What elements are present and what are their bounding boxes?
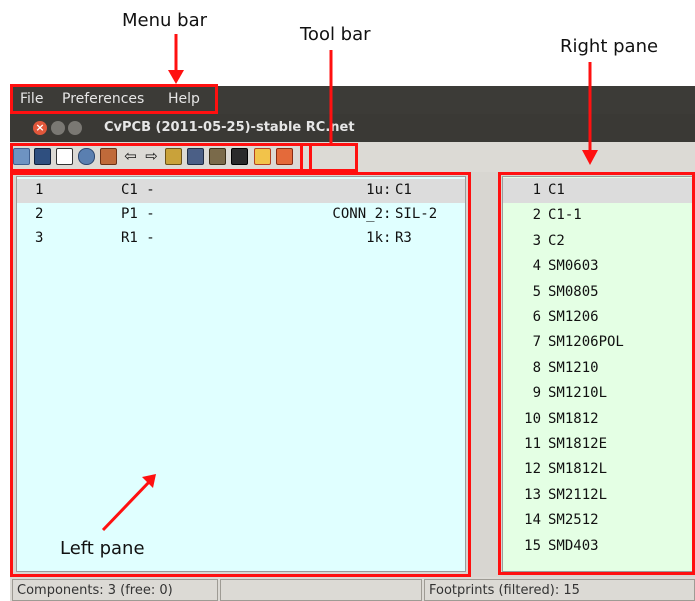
component-value: 1k: [366, 230, 383, 246]
status-footprints: Footprints (filtered): 15: [424, 579, 695, 601]
footprint-name: SM1206: [548, 309, 599, 325]
footprint-name: SM1210L: [548, 385, 608, 402]
component-ref: R1 -: [121, 230, 155, 246]
open-icon[interactable]: [13, 148, 30, 165]
footprint-number: 8: [532, 359, 541, 376]
component-row[interactable]: 2 P1 - CONN_2: SIL-2: [17, 203, 465, 227]
left-pane-label: Left pane: [60, 538, 145, 559]
component-footprint: C1: [395, 182, 412, 198]
close-window-button[interactable]: ×: [33, 121, 47, 135]
footprint-row[interactable]: 14 SM2512: [503, 508, 694, 533]
status-bar: Components: 3 (free: 0) Footprints (filt…: [10, 577, 695, 601]
next-icon[interactable]: ⇨: [143, 148, 160, 165]
footprint-row[interactable]: 10 SM1812: [503, 407, 694, 432]
footprint-row[interactable]: 9 SM1210L: [503, 381, 694, 406]
tool-bar: ⇦ ⇨: [10, 142, 695, 173]
component-value: 1u: [366, 182, 383, 198]
footprint-number: 14: [524, 512, 541, 529]
menu-bar: File Preferences Help: [10, 86, 695, 114]
tool-bar-label: Tool bar: [300, 24, 371, 45]
component-row[interactable]: 3 R1 - 1k: R3: [17, 227, 465, 251]
footprint-name: SM1210: [548, 359, 599, 376]
footprint-name: SM0805: [548, 283, 599, 300]
footprint-number: 6: [532, 309, 541, 325]
footprint-number: 11: [524, 436, 541, 452]
footprint-number: 7: [532, 334, 541, 351]
footprint-row[interactable]: 1 C1: [503, 178, 694, 204]
footprint-number: 15: [524, 537, 541, 554]
footprint-name: SM1812: [548, 410, 599, 427]
title-bar: × CvPCB (2011-05-25)-stable RC.net: [10, 114, 695, 142]
footprint-number: 5: [532, 283, 541, 300]
component-sep: :: [383, 182, 392, 198]
pdf-icon[interactable]: [231, 148, 248, 165]
component-ref: P1 -: [121, 206, 155, 222]
menu-bar-label: Menu bar: [122, 10, 207, 31]
footprints-list[interactable]: 1 C1 2 C1-1 3 C2 4 SM0603 5 SM0805 6 SM1206 7 SM1206P…: [502, 176, 695, 572]
footprint-name: SMD403: [548, 537, 599, 554]
footprint-name: SM0603: [548, 258, 599, 275]
component-ref: C1 -: [121, 182, 155, 198]
component-value: CONN_2: [332, 206, 383, 222]
footprint-row[interactable]: 15 SMD403: [503, 534, 694, 559]
save-icon[interactable]: [34, 148, 51, 165]
footprint-number: 9: [532, 385, 541, 402]
menu-help[interactable]: Help: [168, 91, 200, 107]
component-num: 1: [35, 182, 44, 198]
menu-file[interactable]: File: [20, 91, 43, 107]
footprint-number: 4: [532, 258, 541, 275]
right-pane-label: Right pane: [560, 36, 659, 57]
window-title: CvPCB (2011-05-25)-stable RC.net: [104, 120, 355, 135]
component-footprint: R3: [395, 230, 412, 246]
footprint-name: SM1812E: [548, 436, 608, 452]
component-sep: :: [383, 230, 392, 246]
footprint-row[interactable]: 3 C2: [503, 229, 694, 254]
minimize-window-button[interactable]: [51, 121, 65, 135]
footprint-name: C1-1: [548, 207, 582, 224]
component-num: 3: [35, 230, 44, 246]
auto-assoc-icon[interactable]: [100, 148, 117, 165]
filter-list-icon[interactable]: [276, 148, 293, 165]
footprint-name: SM1206POL: [548, 334, 624, 351]
footprint-row[interactable]: 13 SM2112L: [503, 483, 694, 508]
filter-icon[interactable]: [254, 148, 271, 165]
library-icon[interactable]: [78, 148, 95, 165]
footprint-name: SM2512: [548, 512, 599, 529]
footprint-row[interactable]: 11 SM1812E: [503, 432, 694, 457]
footprint-number: 2: [532, 207, 541, 224]
footprint-number: 1: [532, 182, 541, 198]
delete-assoc-icon[interactable]: [187, 148, 204, 165]
datasheet-icon[interactable]: [209, 148, 226, 165]
footprint-row[interactable]: 6 SM1206: [503, 305, 694, 330]
footprint-number: 12: [524, 461, 541, 478]
footprint-name: C1: [548, 182, 565, 198]
footprint-row[interactable]: 4 SM0603: [503, 254, 694, 279]
footprint-row[interactable]: 12 SM1812L: [503, 457, 694, 482]
footprint-row[interactable]: 5 SM0805: [503, 280, 694, 305]
config-icon[interactable]: [56, 148, 73, 165]
component-num: 2: [35, 206, 44, 222]
footprint-number: 3: [532, 232, 541, 249]
footprint-number: 10: [524, 410, 541, 427]
footprint-row[interactable]: 8 SM1210: [503, 356, 694, 381]
footprint-name: SM1812L: [548, 461, 608, 478]
footprint-number: 13: [524, 486, 541, 503]
prev-icon[interactable]: ⇦: [122, 148, 139, 165]
status-middle: [220, 579, 422, 601]
menu-preferences[interactable]: Preferences: [62, 91, 144, 107]
footprint-name: C2: [548, 232, 565, 249]
footprint-row[interactable]: 7 SM1206POL: [503, 330, 694, 355]
component-sep: :: [383, 206, 392, 222]
component-footprint: SIL-2: [395, 206, 438, 222]
close-icon: ×: [35, 121, 45, 134]
footprint-name: SM2112L: [548, 486, 608, 503]
status-components: Components: 3 (free: 0): [12, 579, 218, 601]
component-row[interactable]: 1 C1 - 1u: C1: [17, 179, 465, 203]
components-list[interactable]: 1 C1 -1u: C1 2 P1 - CONN_2: SIL-2 3 R1 -1k: R3: [16, 176, 466, 572]
maximize-window-button[interactable]: [68, 121, 82, 135]
footprint-row[interactable]: 2 C1-1: [503, 203, 694, 228]
auto-all-icon[interactable]: [165, 148, 182, 165]
